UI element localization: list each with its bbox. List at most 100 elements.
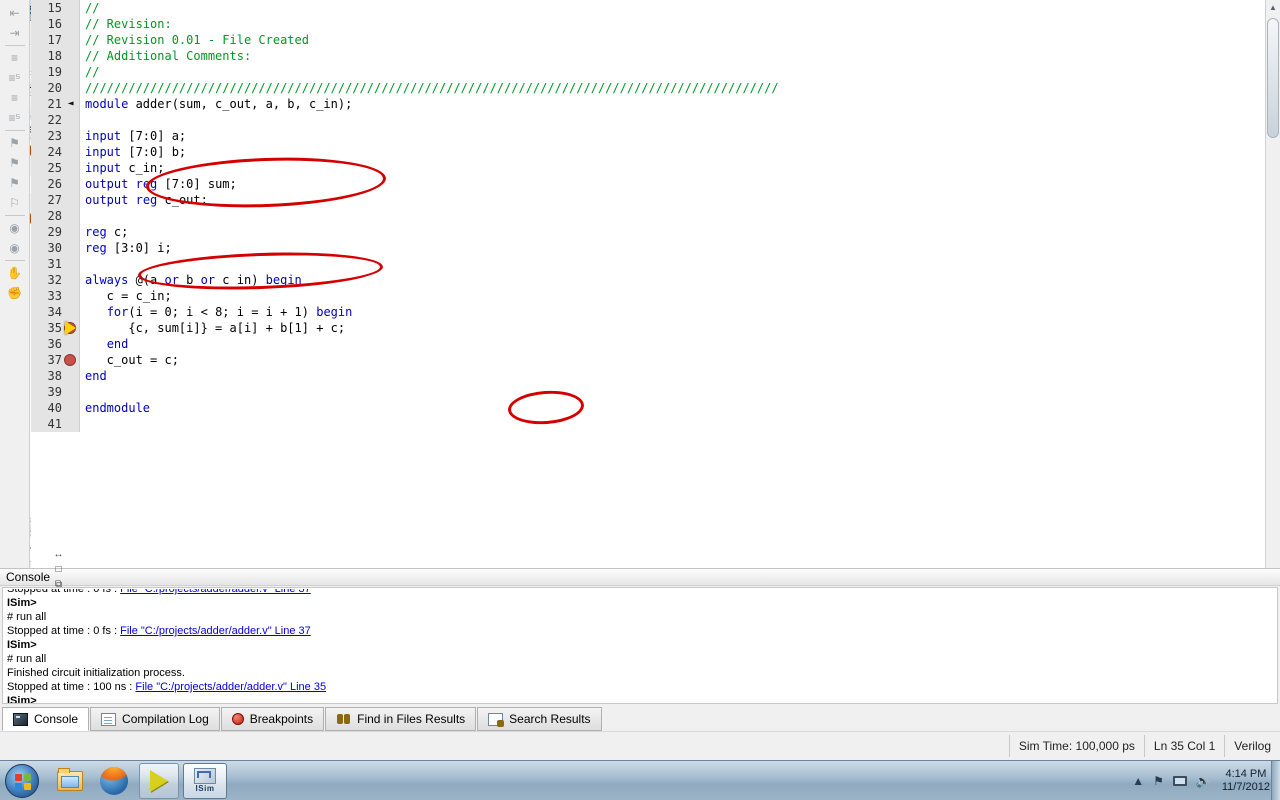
code-line-25[interactable]: 25 input c_in; <box>31 160 1265 176</box>
code-line-31[interactable]: 31 <box>31 256 1265 272</box>
line-number-gutter[interactable]: 32 <box>31 272 80 288</box>
line-number-gutter[interactable]: 29 <box>31 224 80 240</box>
code-line-22[interactable]: 22 <box>31 112 1265 128</box>
code-line-16[interactable]: 16 // Revision: <box>31 16 1265 32</box>
code-line-30[interactable]: 30 reg [3:0] i; <box>31 240 1265 256</box>
isim-taskbar-button[interactable]: ISim <box>183 762 227 799</box>
breakpoint-marker[interactable] <box>63 353 78 367</box>
console-maximize-button[interactable]: □ <box>50 562 67 577</box>
code-token: [3:0] i; <box>106 241 172 255</box>
code-line-41[interactable]: 41 <box>31 416 1265 432</box>
toggle-bookmark-button[interactable]: ⚑ <box>4 133 26 153</box>
code-line-17[interactable]: 17 // Revision 0.01 - File Created <box>31 32 1265 48</box>
previous-bookmark-button[interactable]: ⚑ <box>4 173 26 193</box>
show-desktop-button[interactable] <box>1271 761 1280 800</box>
code-line-34[interactable]: 34 for(i = 0; i < 8; i = i + 1) begin <box>31 304 1265 320</box>
line-number-gutter[interactable]: 33 <box>31 288 80 304</box>
code-line-29[interactable]: 29 reg c; <box>31 224 1265 240</box>
goto-line-button[interactable]: ≡ <box>4 48 26 68</box>
ise-taskbar-button[interactable] <box>139 762 179 799</box>
taskbar-clock[interactable]: 4:14 PM 11/7/2012 <box>1222 768 1270 794</box>
line-number-gutter[interactable]: 27 <box>31 192 80 208</box>
clear-bookmarks-button[interactable]: ⚐ <box>4 193 26 213</box>
code-line-26[interactable]: 26 output reg [7:0] sum; <box>31 176 1265 192</box>
line-number-gutter[interactable]: 28 <box>31 208 80 224</box>
line-number-gutter[interactable]: 21 ◄ <box>31 96 80 112</box>
navigate-back-button[interactable]: ◉ <box>4 218 26 238</box>
start-button[interactable] <box>5 763 39 798</box>
line-number-gutter[interactable]: 30 <box>31 240 80 256</box>
line-number-gutter[interactable]: 15 <box>31 0 80 16</box>
console-link[interactable]: File "C:/projects/adder/adder.v" Line 37 <box>120 625 311 637</box>
code-line-39[interactable]: 39 <box>31 384 1265 400</box>
line-number-gutter[interactable]: 20 <box>31 80 80 96</box>
code-line-20[interactable]: 20 //////////////////////////////////////… <box>31 80 1265 96</box>
code-line-33[interactable]: 33 c = c_in; <box>31 288 1265 304</box>
bottom-tab-search-results[interactable]: Search Results <box>477 707 602 731</box>
code-line-37[interactable]: 37 c_out = c; <box>31 352 1265 368</box>
tray-expand-arrow[interactable]: ▲ <box>1132 774 1144 788</box>
line-number-gutter[interactable]: 31 <box>31 256 80 272</box>
scroll-up-arrow[interactable]: ▲ <box>1266 0 1280 15</box>
code-line-23[interactable]: 23 input [7:0] a; <box>31 128 1265 144</box>
bottom-tab-find-in-files-results[interactable]: Find in Files Results <box>325 707 477 731</box>
line-number-gutter[interactable]: 40 <box>31 400 80 416</box>
line-number-gutter[interactable]: 35 <box>31 320 80 336</box>
windows-taskbar: ISim ▲ ⚑ 🔊 4:14 PM 11/7/2012 <box>0 760 1280 800</box>
bottom-tab-console[interactable]: Console <box>2 707 90 731</box>
code-line-27[interactable]: 27 output reg c_out; <box>31 192 1265 208</box>
goto-column-button[interactable]: ≡⁵ <box>4 108 26 128</box>
code-line-40[interactable]: 40 endmodule <box>31 400 1265 416</box>
line-number-gutter[interactable]: 22 <box>31 112 80 128</box>
line-number-gutter[interactable]: 25 <box>31 160 80 176</box>
current-line-marker[interactable] <box>63 321 78 335</box>
bottom-tab-breakpoints[interactable]: Breakpoints <box>220 707 325 731</box>
next-bookmark-button[interactable]: ⚑ <box>4 153 26 173</box>
line-number-gutter[interactable]: 26 <box>31 176 80 192</box>
show-line-numbers-button[interactable]: ≡ <box>4 88 26 108</box>
bottom-tab-compilation-log[interactable]: Compilation Log <box>90 707 220 731</box>
line-number-gutter[interactable]: 39 <box>31 384 80 400</box>
line-number-gutter[interactable]: 16 <box>31 16 80 32</box>
outdent-button[interactable]: ⇤ <box>4 3 26 23</box>
code-line-36[interactable]: 36 end <box>31 336 1265 352</box>
line-number-gutter[interactable]: 17 <box>31 32 80 48</box>
line-number-gutter[interactable]: 19 <box>31 64 80 80</box>
console-link[interactable]: File "C:/projects/adder/adder.v" Line 35 <box>135 681 326 693</box>
pan-hand-button[interactable]: ✋ <box>4 263 26 283</box>
navigate-forward-button[interactable]: ◉ <box>4 238 26 258</box>
code-text: // Revision: <box>80 16 172 32</box>
code-line-35[interactable]: 35 {c, sum[i]} = a[i] + b[1] + c; <box>31 320 1265 336</box>
code-line-28[interactable]: 28 <box>31 208 1265 224</box>
code-line-24[interactable]: 24 input [7:0] b; <box>31 144 1265 160</box>
code-line-15[interactable]: 15 // <box>31 0 1265 16</box>
line-number-gutter[interactable]: 41 <box>31 416 80 432</box>
firefox-taskbar-button[interactable] <box>95 764 133 798</box>
console-float-button[interactable]: ↔ <box>50 547 67 562</box>
line-number-gutter[interactable]: 37 <box>31 352 80 368</box>
line-number-gutter[interactable]: 36 <box>31 336 80 352</box>
line-number-gutter[interactable]: 38 <box>31 368 80 384</box>
console-output[interactable]: Stopped at time : 0 fs : File "C:/projec… <box>2 587 1278 704</box>
scroll-thumb[interactable] <box>1267 18 1279 138</box>
keyword-token: end <box>85 369 107 383</box>
network-icon[interactable] <box>1172 776 1187 786</box>
pan-hand-off-button[interactable]: ✊ <box>4 283 26 303</box>
indent-button[interactable]: ⇥ <box>4 23 26 43</box>
explorer-taskbar-button[interactable] <box>51 764 89 798</box>
line-number-gutter[interactable]: 18 <box>31 48 80 64</box>
console-link[interactable]: File "C:/projects/adder/adder.v" Line 37 <box>120 589 311 595</box>
code-line-38[interactable]: 38 end <box>31 368 1265 384</box>
search-results-tab-icon <box>488 712 505 727</box>
keyword-token: reg <box>85 241 107 255</box>
code-line-19[interactable]: 19 // <box>31 64 1265 80</box>
code-line-18[interactable]: 18 // Additional Comments: <box>31 48 1265 64</box>
goto-line-number-button[interactable]: ≡⁵ <box>4 68 26 88</box>
line-number-gutter[interactable]: 23 <box>31 128 80 144</box>
line-number-gutter[interactable]: 34 <box>31 304 80 320</box>
action-center-flag-icon[interactable]: ⚑ <box>1153 774 1164 788</box>
line-number-gutter[interactable]: 24 <box>31 144 80 160</box>
code-line-21[interactable]: 21 ◄ module adder(sum, c_out, a, b, c_in); <box>31 96 1265 112</box>
volume-icon[interactable]: 🔊 <box>1196 774 1211 788</box>
code-line-32[interactable]: 32 always @(a or b or c_in) begin <box>31 272 1265 288</box>
